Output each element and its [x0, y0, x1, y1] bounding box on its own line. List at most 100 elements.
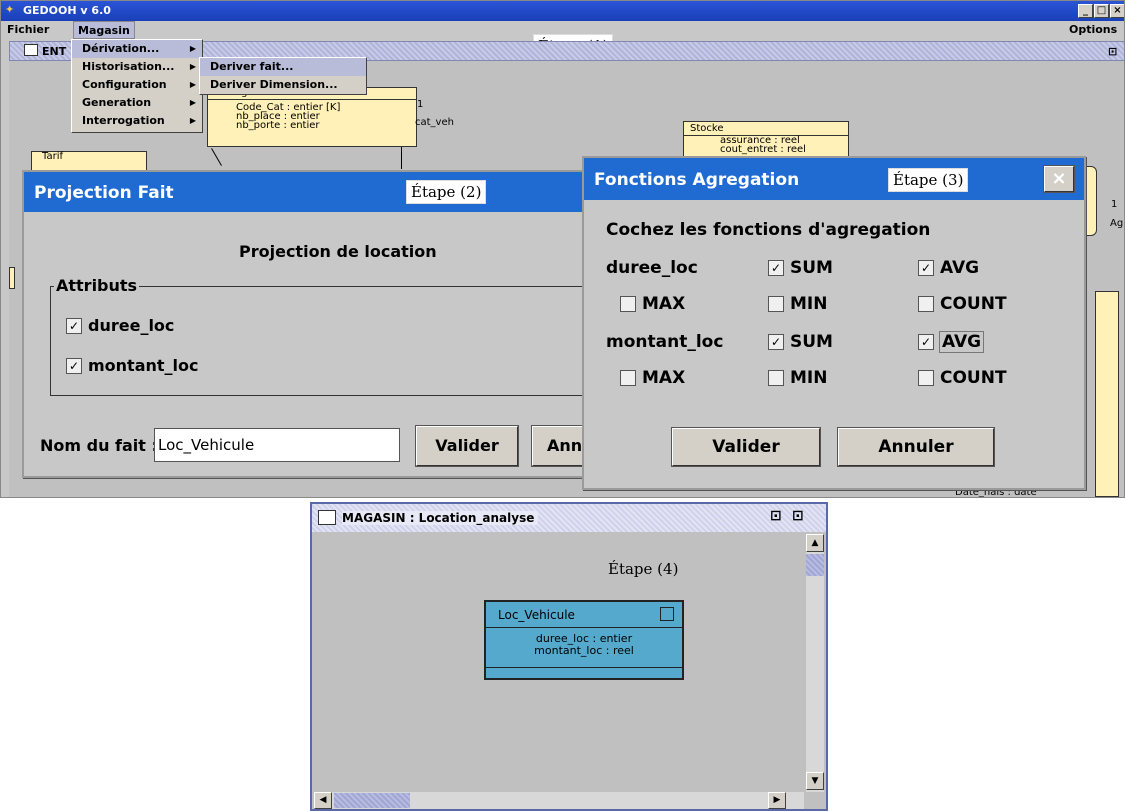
menu-item-deriver-dimension[interactable]: Deriver Dimension...	[200, 76, 366, 94]
menu-item-deriver-fait[interactable]: Deriver fait...	[200, 58, 366, 76]
close-icon[interactable]: ×	[1043, 165, 1075, 193]
horizontal-scroll-thumb[interactable]	[334, 793, 410, 808]
checkbox-label: MAX	[642, 294, 686, 314]
attribute-checkbox-row[interactable]: ✓ montant_loc	[66, 356, 199, 375]
agregation-dialog-title: Fonctions Agregation	[594, 170, 800, 190]
stocke-title: Stocke	[684, 122, 848, 136]
submenu-arrow-icon: ▶	[189, 62, 196, 71]
window-icon	[24, 44, 38, 56]
menu-item-generation[interactable]: Generation ▶	[72, 94, 202, 112]
checkbox-avg[interactable]: ✓ AVG	[918, 258, 979, 278]
stocke-class[interactable]: Stocke assurance : reel cout_entret : re…	[683, 121, 849, 157]
vertical-scroll-thumb[interactable]	[806, 554, 824, 576]
scroll-up-icon[interactable]: ▲	[806, 534, 824, 552]
association-label: cat_veh	[415, 117, 454, 128]
checkbox-icon[interactable]	[620, 296, 636, 312]
close-button[interactable]: ×	[1110, 4, 1124, 18]
checkbox-count[interactable]: COUNT	[918, 294, 1007, 314]
fact-name-label: Nom du fait :	[40, 436, 158, 455]
fact-title: Loc_Vehicule	[498, 608, 575, 622]
tarif-class[interactable]: Tarif	[31, 151, 147, 171]
submenu-arrow-icon: ▶	[189, 44, 196, 53]
agregation-cancel-button[interactable]: Annuler	[837, 427, 995, 467]
minimize-button[interactable]: _	[1078, 4, 1093, 18]
checkbox-count[interactable]: COUNT	[918, 368, 1007, 388]
maximize-icon[interactable]: ⊡	[792, 508, 804, 524]
checkbox-max[interactable]: MAX	[620, 294, 685, 314]
menu-fichier[interactable]: Fichier	[3, 23, 53, 36]
vertical-scrollbar[interactable]: ▲ ▼	[806, 534, 824, 792]
checkbox-icon[interactable]	[918, 370, 934, 386]
checkbox-icon[interactable]: ✓	[768, 260, 784, 276]
checkbox-icon[interactable]	[918, 296, 934, 312]
checkbox-icon[interactable]	[768, 296, 784, 312]
horizontal-scrollbar[interactable]: ◀ ▶	[314, 792, 804, 809]
checkbox-icon[interactable]: ✓	[768, 334, 784, 350]
checkbox-sum[interactable]: ✓ SUM	[768, 332, 833, 352]
magasin-window: MAGASIN : Location_analyse ⊡ ⊡ Étape (4)…	[310, 502, 828, 811]
checkbox-icon[interactable]: ✓	[918, 334, 934, 350]
scroll-down-icon[interactable]: ▼	[806, 772, 824, 790]
checkbox-min[interactable]: MIN	[768, 294, 827, 314]
agregation-validate-button[interactable]: Valider	[671, 427, 821, 467]
agregation-dialog: Fonctions Agregation Étape (3) × Cochez …	[582, 156, 1086, 490]
association-line	[211, 148, 222, 166]
cube-icon	[660, 607, 674, 621]
checkbox-label: MAX	[642, 368, 686, 388]
fact-header: Loc_Vehicule	[486, 602, 682, 628]
attribute-checkbox-row[interactable]: ✓ duree_loc	[66, 316, 174, 335]
checkbox-max[interactable]: MAX	[620, 368, 685, 388]
partial-class	[9, 267, 15, 289]
checkbox-label: SUM	[790, 258, 833, 278]
checkbox-icon[interactable]: ✓	[918, 260, 934, 276]
validate-button[interactable]: Valider	[415, 425, 519, 467]
checkbox-icon[interactable]	[620, 370, 636, 386]
projection-dialog-title: Projection Fait	[34, 183, 174, 203]
menu-item-configuration[interactable]: Configuration ▶	[72, 76, 202, 94]
projection-dialog-titlebar: Projection Fait Étape (2)	[24, 172, 618, 212]
agregation-dialog-titlebar: Fonctions Agregation Étape (3) ×	[584, 158, 1084, 200]
categorie-attr: nb_porte : entier	[236, 120, 320, 131]
restore-icon[interactable]: ⊡	[770, 508, 782, 524]
agregation-instruction: Cochez les fonctions d'agregation	[606, 220, 931, 240]
checkbox-label: AVG	[938, 331, 985, 353]
multiplicity-label: 1	[417, 99, 424, 110]
fact-loc-vehicule[interactable]: Loc_Vehicule duree_loc : entier montant_…	[484, 600, 684, 680]
menu-magasin[interactable]: Magasin	[73, 21, 135, 39]
checkbox-sum[interactable]: ✓ SUM	[768, 258, 833, 278]
menu-item-derivation[interactable]: Dérivation... ▶	[72, 40, 202, 58]
checkbox-label: MIN	[790, 368, 828, 388]
title-bar: ✦ GEDOOH v 6.0 _ □ ×	[1, 1, 1124, 21]
step-3-label: Étape (3)	[888, 168, 969, 192]
multiplicity-label: 1	[1111, 199, 1118, 210]
menu-item-historisation[interactable]: Historisation... ▶	[72, 58, 202, 76]
submenu-arrow-icon: ▶	[189, 98, 196, 107]
checkbox-avg[interactable]: ✓ AVG	[918, 331, 985, 353]
magasin-dropdown: Dérivation... ▶ Historisation... ▶ Configu…	[71, 39, 203, 133]
association-line	[401, 147, 402, 169]
fact-attr: montant_loc : reel	[534, 644, 634, 657]
stocke-attr: cout_entret : reel	[720, 144, 806, 155]
attribute-label: montant_loc	[88, 356, 199, 375]
checkbox-montant-loc[interactable]: ✓	[66, 357, 82, 374]
partial-class	[1095, 291, 1119, 497]
checkbox-duree-loc[interactable]: ✓	[66, 317, 82, 334]
scroll-right-icon[interactable]: ▶	[768, 792, 786, 809]
restore-icon[interactable]: ⊡	[1108, 45, 1117, 58]
attributes-group	[50, 286, 620, 396]
derivation-submenu: Deriver fait... Deriver Dimension...	[199, 57, 367, 95]
projection-heading: Projection de location	[239, 242, 437, 261]
step-2-label: Étape (2)	[406, 180, 487, 204]
menu-item-interrogation[interactable]: Interrogation ▶	[72, 112, 202, 130]
fact-name-input[interactable]	[154, 428, 400, 462]
scroll-left-icon[interactable]: ◀	[314, 792, 332, 809]
projection-dialog: Projection Fait Étape (2) Projection de …	[22, 170, 620, 478]
checkbox-label: AVG	[940, 258, 980, 278]
measure-label: montant_loc	[606, 332, 724, 352]
checkbox-icon[interactable]	[768, 370, 784, 386]
menu-options[interactable]: Options	[1065, 23, 1121, 36]
checkbox-min[interactable]: MIN	[768, 368, 827, 388]
measure-label: duree_loc	[606, 258, 698, 278]
maximize-button[interactable]: □	[1094, 4, 1109, 18]
categorie-class[interactable]: Categorie Code_Cat : entier [K] nb_place…	[207, 87, 417, 147]
